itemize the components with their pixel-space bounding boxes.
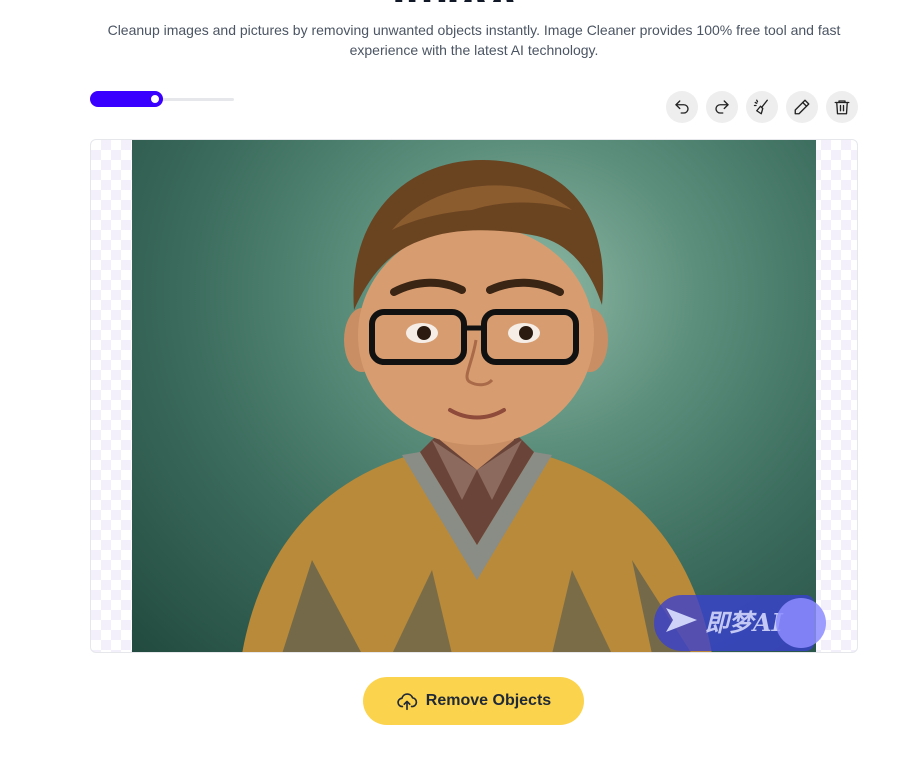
watermark-logo-icon [666,608,697,632]
editor-toolbar [666,91,858,123]
pencil-icon [794,99,810,115]
remove-objects-button[interactable]: Remove Objects [363,677,584,725]
page-subtitle: Cleanup images and pictures by removing … [107,22,841,58]
remove-objects-label: Remove Objects [425,692,552,709]
redo-icon [715,100,729,114]
brush-cursor [776,598,826,648]
delete-button[interactable] [826,91,858,123]
portrait-illustration [242,160,712,652]
watermark: 即梦AI [663,598,783,642]
redo-button[interactable] [706,91,738,123]
erase-brush-icon [753,99,768,115]
watermark-text: 即梦AI [705,607,783,637]
undo-icon [675,100,689,114]
brush-size-slider[interactable] [90,91,234,107]
undo-button[interactable] [666,91,698,123]
uploaded-image[interactable] [132,140,816,652]
image-cleaner-page: Image Cleanup images and pictures by rem… [0,0,923,760]
cloud-upload-icon [397,693,418,711]
page-title-cropped: Image [0,0,923,2]
image-canvas[interactable]: 即梦AI [90,139,858,653]
trash-icon [834,100,850,115]
slider-thumb[interactable] [149,93,161,105]
erase-brush-button[interactable] [746,91,778,123]
pencil-button[interactable] [786,91,818,123]
